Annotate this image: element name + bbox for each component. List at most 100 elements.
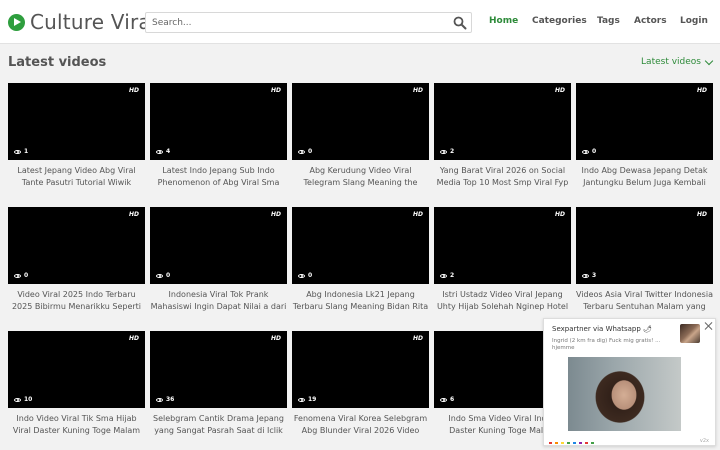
video-card[interactable]: HD 0 Video Viral 2025 Indo Terbaru 2025 … [8,207,145,313]
view-count: 0 [14,272,28,279]
eye-icon [156,397,163,402]
view-count: 36 [156,396,174,403]
video-thumbnail[interactable]: HD 0 [292,83,429,160]
nav-home[interactable]: Home [489,16,518,26]
video-card[interactable]: HD 2 Istri Ustadz Video Viral Jepang Uht… [434,207,571,313]
view-count: 2 [440,148,454,155]
video-title[interactable]: Video Viral 2025 Indo Terbaru 2025 Bibir… [8,289,145,313]
site-logo[interactable]: Culture Viral [8,8,157,36]
sort-dropdown[interactable]: Latest videos [641,56,714,67]
video-thumbnail[interactable]: HD 19 [292,331,429,408]
view-count: 2 [440,272,454,279]
section-title: Latest videos [8,55,107,70]
video-title[interactable]: Videos Asia Viral Twitter Indonesia Terb… [576,289,713,313]
video-thumbnail[interactable]: HD 4 [150,83,287,160]
hd-badge: HD [696,211,707,218]
chevron-down-icon [704,56,714,65]
video-card[interactable]: HD 0 Indonesia Viral Tok Prank Mahasiswi… [150,207,287,313]
video-card[interactable]: HD 0 Indo Abg Dewasa Jepang Detak Jantun… [576,83,713,189]
video-card[interactable]: HD 0 Abg Kerudung Video Viral Telegram S… [292,83,429,189]
search-box [145,12,472,33]
view-count: 0 [298,148,312,155]
view-count-value: 6 [450,396,455,403]
view-count: 19 [298,396,316,403]
nav-login[interactable]: Login [680,16,708,26]
video-thumbnail[interactable]: HD 10 [8,331,145,408]
video-title[interactable]: Istri Ustadz Video Viral Jepang Uhty Hij… [434,289,571,313]
video-thumbnail[interactable]: HD 36 [150,331,287,408]
view-count-value: 36 [166,396,175,403]
popup-brand: v2x [699,438,709,444]
hd-badge: HD [412,211,423,218]
video-title[interactable]: Indo Abg Dewasa Jepang Detak Jantungku B… [576,165,713,189]
video-thumbnail[interactable]: HD 0 [150,207,287,284]
video-thumbnail[interactable]: HD 1 [8,83,145,160]
video-thumbnail[interactable]: HD 2 [434,207,571,284]
eye-icon [156,149,163,154]
view-count: 0 [582,148,596,155]
eye-icon [298,397,305,402]
hd-badge: HD [554,211,565,218]
video-title[interactable]: Indonesia Viral Tok Prank Mahasiswi Ingi… [150,289,287,313]
hd-badge: HD [554,87,565,94]
view-count-value: 1 [24,148,29,155]
hd-badge: HD [128,335,139,342]
video-card[interactable]: HD 10 Indo Video Viral Tik Sma Hijab Vir… [8,331,145,437]
nav-actors[interactable]: Actors [634,16,667,26]
hd-badge: HD [412,335,423,342]
eye-icon [298,149,305,154]
video-title[interactable]: Latest Jepang Video Abg Viral Tante Pasu… [8,165,145,189]
video-card[interactable]: HD 2 Yang Barat Viral 2026 on Social Med… [434,83,571,189]
hd-badge: HD [128,211,139,218]
view-count: 10 [14,396,32,403]
video-card[interactable]: HD 19 Fenomena Viral Korea Selebgram Abg… [292,331,429,437]
eye-icon [440,149,447,154]
video-title[interactable]: Abg Indonesia Lk21 Jepang Terbaru Slang … [292,289,429,313]
hd-badge: HD [128,87,139,94]
play-icon [8,13,25,31]
video-thumbnail[interactable]: HD 3 [576,207,713,284]
nav-categories[interactable]: Categories [532,16,587,26]
view-count-value: 0 [308,272,313,279]
popup-message: Ingrid (2 km fra dig) Fuck mig gratis! .… [552,338,661,351]
video-thumbnail[interactable]: HD 2 [434,83,571,160]
view-count-value: 0 [592,148,597,155]
search-icon[interactable] [453,16,467,30]
close-icon[interactable] [704,321,714,331]
hd-badge: HD [270,335,281,342]
video-title[interactable]: Yang Barat Viral 2026 on Social Media To… [434,165,571,189]
video-thumbnail[interactable]: HD 0 [292,207,429,284]
video-title[interactable]: Fenomena Viral Korea Selebgram Abg Blund… [292,413,429,437]
logo-text: Culture Viral [30,10,157,34]
view-count-value: 0 [308,148,313,155]
popup-image[interactable] [568,357,681,431]
eye-icon [440,397,447,402]
nav-tags[interactable]: Tags [597,16,620,26]
video-card[interactable]: HD 4 Latest Indo Jepang Sub Indo Phenome… [150,83,287,189]
popup-color-strip [549,442,594,444]
view-count-value: 2 [450,272,455,279]
view-count: 6 [440,396,454,403]
video-title[interactable]: Latest Indo Jepang Sub Indo Phenomenon o… [150,165,287,189]
eye-icon [440,273,447,278]
view-count-value: 3 [592,272,597,279]
view-count: 0 [156,272,170,279]
view-count-value: 10 [24,396,33,403]
video-card[interactable]: HD 0 Abg Indonesia Lk21 Jepang Terbaru S… [292,207,429,313]
eye-icon [582,149,589,154]
video-card[interactable]: HD 1 Latest Jepang Video Abg Viral Tante… [8,83,145,189]
video-title[interactable]: Abg Kerudung Video Viral Telegram Slang … [292,165,429,189]
ad-popup[interactable]: Sexpartner via Whatsapp 🌶 Ingrid (2 km f… [543,318,716,446]
video-card[interactable]: HD 3 Videos Asia Viral Twitter Indonesia… [576,207,713,313]
video-title[interactable]: Selebgram Cantik Drama Jepang yang Sanga… [150,413,287,437]
video-card[interactable]: HD 36 Selebgram Cantik Drama Jepang yang… [150,331,287,437]
video-title[interactable]: Indo Video Viral Tik Sma Hijab Viral Das… [8,413,145,437]
search-input[interactable] [146,13,446,32]
popup-title: Sexpartner via Whatsapp 🌶 [552,325,652,333]
hd-badge: HD [270,87,281,94]
video-thumbnail[interactable]: HD 0 [576,83,713,160]
video-thumbnail[interactable]: HD 0 [8,207,145,284]
view-count-value: 19 [308,396,317,403]
hd-badge: HD [696,87,707,94]
view-count: 4 [156,148,170,155]
